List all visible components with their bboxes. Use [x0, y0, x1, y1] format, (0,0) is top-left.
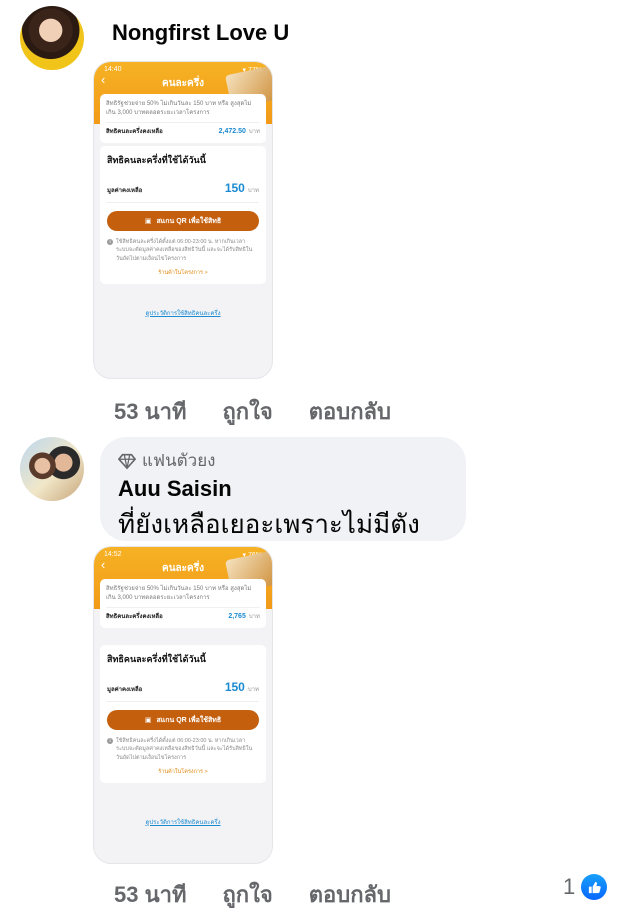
- scan-qr-button: ▣ สแกน QR เพื่อใช้สิทธิ: [107, 211, 259, 231]
- attached-screenshot[interactable]: 14:52 ▾ 76% ‹ คนละครึ่ง สิทธิรัฐช่วยจ่าย…: [93, 546, 273, 864]
- unit-label: บาท: [248, 614, 260, 621]
- comment-actions: 53 นาที ถูกใจ ตอบกลับ: [114, 394, 391, 429]
- avatar[interactable]: [20, 6, 84, 70]
- qr-scan-icon: ▣: [144, 218, 152, 225]
- history-link: ดูประวัติการใช้สิทธิคนละครึ่ง: [145, 311, 221, 317]
- scan-qr-button: ▣ สแกน QR เพื่อใช้สิทธิ: [107, 710, 259, 730]
- today-card: สิทธิคนละครึ่งที่ใช้ได้วันนี้ มูลค่าคงเห…: [100, 645, 266, 783]
- usage-note: ใช้สิทธิคนละครึ่งได้ตั้งแต่ 06:00-23:00 …: [107, 737, 259, 762]
- remaining-value: 2,472.50: [218, 128, 246, 136]
- comment-bubble: แฟนตัวยง Auu Saisin ที่ยังเหลือเยอะเพราะ…: [100, 437, 466, 580]
- unit-label: บาท: [248, 129, 260, 136]
- unit-label: บาท: [247, 687, 259, 693]
- today-heading: สิทธิคนละครึ่งที่ใช้ได้วันนี้: [107, 155, 206, 165]
- today-card: สิทธิคนละครึ่งที่ใช้ได้วันนี้ มูลค่าคงเห…: [100, 146, 266, 284]
- today-value: 150: [224, 680, 245, 694]
- today-label: มูลค่าคงเหลือ: [107, 687, 143, 693]
- info-card: สิทธิรัฐช่วยจ่าย 50% ไม่เกินวันละ 150 บา…: [100, 94, 266, 143]
- shop-link: ร้านค้าในโครงการ >: [158, 768, 208, 775]
- like-thumb-icon: [581, 874, 608, 900]
- info-text: สิทธิรัฐช่วยจ่าย 50% ไม่เกินวันละ 150 บา…: [106, 101, 252, 116]
- attached-screenshot[interactable]: 14:40 ▾ 77% ‹ คนละครึ่ง สิทธิรัฐช่วยจ่าย…: [93, 61, 273, 379]
- comment-author[interactable]: Auu Saisin: [118, 476, 448, 502]
- today-value: 150: [224, 181, 245, 195]
- usage-note: ใช้สิทธิคนละครึ่งได้ตั้งแต่ 06:00-23:00 …: [107, 238, 259, 263]
- remaining-label: สิทธิคนละครึ่งคงเหลือ: [106, 614, 163, 621]
- reaction-count[interactable]: 1: [563, 874, 608, 900]
- comment-time: 53 นาที: [114, 882, 187, 907]
- comment-author[interactable]: Nongfirst Love U: [112, 20, 289, 46]
- avatar[interactable]: [20, 437, 84, 501]
- remaining-value: 2,765: [228, 613, 246, 621]
- like-button[interactable]: ถูกใจ: [222, 877, 272, 912]
- info-card: สิทธิรัฐช่วยจ่าย 50% ไม่เกินวันละ 150 บา…: [100, 579, 266, 628]
- shop-link: ร้านค้าในโครงการ >: [158, 269, 208, 276]
- reply-button[interactable]: ตอบกลับ: [309, 877, 391, 912]
- comment-time: 53 นาที: [114, 399, 187, 424]
- top-fan-badge: แฟนตัวยง: [118, 447, 448, 474]
- today-heading: สิทธิคนละครึ่งที่ใช้ได้วันนี้: [107, 654, 206, 664]
- remaining-label: สิทธิคนละครึ่งคงเหลือ: [106, 129, 163, 136]
- today-label: มูลค่าคงเหลือ: [107, 188, 143, 194]
- info-text: สิทธิรัฐช่วยจ่าย 50% ไม่เกินวันละ 150 บา…: [106, 586, 252, 601]
- like-count: 1: [563, 874, 576, 899]
- reply-button[interactable]: ตอบกลับ: [309, 394, 391, 429]
- qr-scan-icon: ▣: [144, 717, 152, 724]
- comment-actions: 53 นาที ถูกใจ ตอบกลับ: [114, 877, 391, 912]
- unit-label: บาท: [247, 188, 259, 194]
- diamond-badge-icon: [118, 453, 136, 469]
- like-button[interactable]: ถูกใจ: [222, 394, 272, 429]
- history-link: ดูประวัติการใช้สิทธิคนละครึ่ง: [145, 820, 221, 826]
